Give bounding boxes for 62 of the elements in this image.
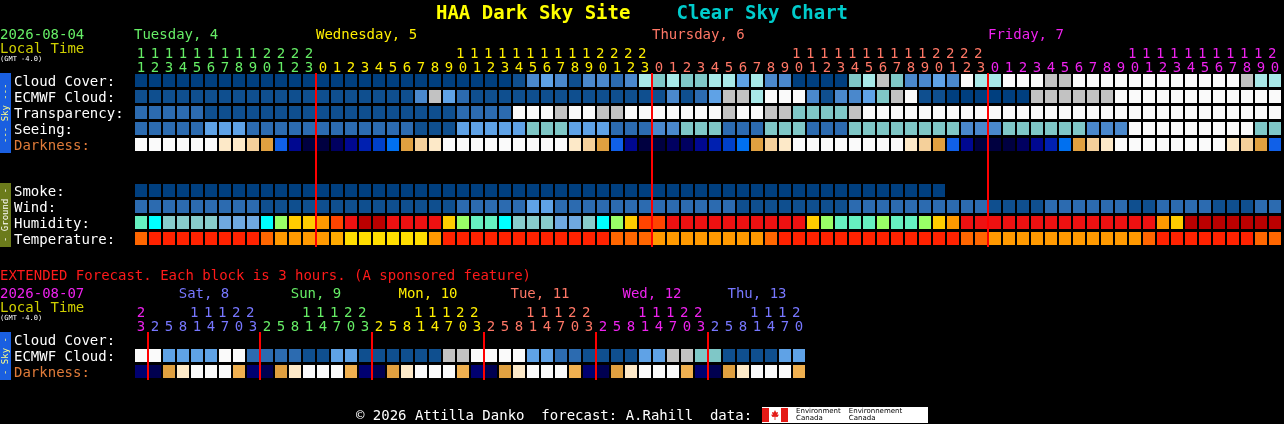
hour-tens-digits: 1112 bbox=[749, 304, 806, 320]
section-label: - Sky - bbox=[0, 332, 11, 380]
hour-tens-digits: 11122 bbox=[637, 304, 708, 320]
day-label: Tue, 11 bbox=[510, 285, 570, 301]
hour-tens-digits: 11122 bbox=[413, 304, 484, 320]
hour-units-digits: 25814703 bbox=[485, 318, 599, 334]
hour-units-digits: 012345678901234567890123 bbox=[317, 59, 655, 75]
day-label: Mon, 10 bbox=[398, 285, 458, 301]
chart-title: Clear Sky Chart bbox=[676, 0, 849, 25]
day-label: Wed, 12 bbox=[622, 285, 682, 301]
midnight-line bbox=[147, 332, 149, 380]
hour-tens-digits: 11111111112222 bbox=[791, 45, 988, 61]
midnight-line bbox=[483, 332, 485, 380]
site-title: HAA Dark Sky Site bbox=[435, 0, 631, 25]
footer-credit: © 2026 Attilla Danko forecast: A.Rahill data: bbox=[355, 407, 753, 423]
local-time-label: Local Time bbox=[0, 300, 85, 314]
hour-units-digits: 012345678901234567890 bbox=[989, 59, 1284, 75]
hour-units-digits: 3 bbox=[135, 318, 151, 334]
row-label: Seeing: bbox=[14, 121, 74, 137]
forecast-date: 2026-08-07 bbox=[0, 286, 85, 300]
row-label: Temperature: bbox=[14, 231, 117, 247]
day-label: Sun, 9 bbox=[290, 285, 342, 301]
hour-units-digits: 25814703 bbox=[261, 318, 375, 334]
row-label: ECMWF Cloud: bbox=[14, 348, 117, 364]
row-label: Darkness: bbox=[14, 137, 91, 153]
midnight-line bbox=[259, 332, 261, 380]
day-label: Sat, 8 bbox=[178, 285, 230, 301]
hour-tens-digits: 11122 bbox=[189, 304, 260, 320]
extended-note: EXTENDED Forecast. Each block is 3 hours. (A sponsored feature) bbox=[0, 267, 532, 283]
day-label: Thursday, 6 bbox=[652, 26, 745, 42]
hour-tens-digits: 11111111112222 bbox=[455, 45, 652, 61]
row-label: Darkness: bbox=[14, 364, 91, 380]
row-label: Transparency: bbox=[14, 105, 125, 121]
day-label: Thu, 13 bbox=[727, 285, 787, 301]
flag-icon bbox=[762, 408, 789, 422]
row-label: ECMWF Cloud: bbox=[14, 89, 117, 105]
row-label: Wind: bbox=[14, 199, 58, 215]
hour-units-digits: 25814703 bbox=[373, 318, 487, 334]
local-time-label: Local Time bbox=[0, 41, 85, 55]
section-label: - Ground - bbox=[0, 183, 11, 247]
hour-units-digits: 25814703 bbox=[149, 318, 263, 334]
hour-units-digits: 1234567890123 bbox=[135, 59, 319, 75]
midnight-line bbox=[595, 332, 597, 380]
midnight-line bbox=[707, 332, 709, 380]
row-label: Smoke: bbox=[14, 183, 66, 199]
hour-tens-digits: 11111111112 bbox=[1127, 45, 1282, 61]
hour-tens-digits: 1111111112222 bbox=[135, 45, 319, 61]
hour-tens-digits: 2 bbox=[135, 304, 151, 320]
section-label: --- Sky --- bbox=[0, 73, 11, 153]
forecast-date: 2026-08-04 bbox=[0, 27, 85, 41]
day-label: Wednesday, 5 bbox=[316, 26, 418, 42]
hour-units-digits: 25814703 bbox=[597, 318, 711, 334]
row-label: Humidity: bbox=[14, 215, 91, 231]
midnight-line bbox=[371, 332, 373, 380]
hour-tens-digits: 11122 bbox=[301, 304, 372, 320]
row-label: Cloud Cover: bbox=[14, 73, 117, 89]
row-label: Cloud Cover: bbox=[14, 332, 117, 348]
hour-units-digits: 2581470 bbox=[709, 318, 809, 334]
day-label: Friday, 7 bbox=[988, 26, 1064, 42]
hour-units-digits: 012345678901234567890123 bbox=[653, 59, 991, 75]
hour-tens-digits: 11122 bbox=[525, 304, 596, 320]
day-label: Tuesday, 4 bbox=[134, 26, 219, 42]
